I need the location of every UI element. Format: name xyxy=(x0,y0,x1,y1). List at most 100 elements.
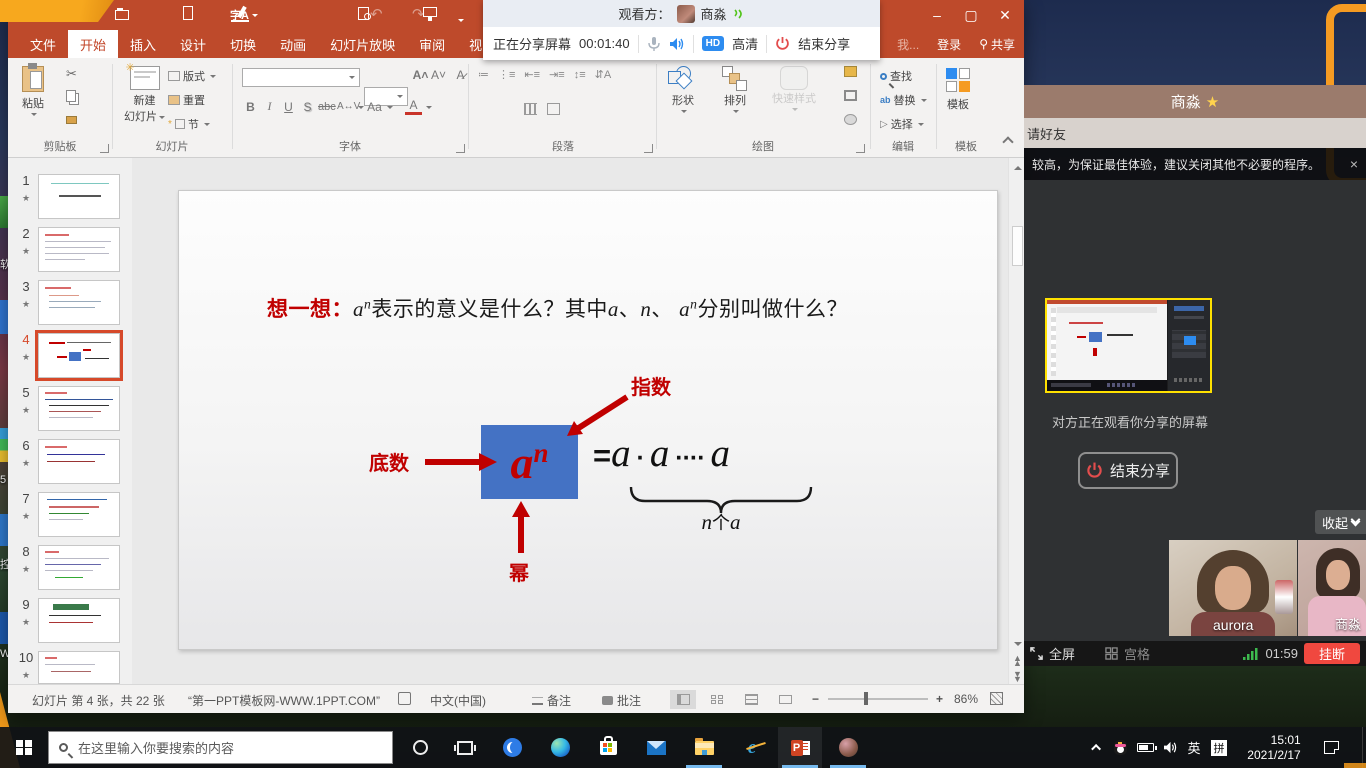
zoom-percent[interactable]: 86% xyxy=(954,692,978,706)
slide-scrollbar[interactable]: ▲▲ ▼▼ xyxy=(1008,158,1024,684)
reset-button[interactable]: 重置 xyxy=(168,92,205,108)
new-document-icon[interactable] xyxy=(181,6,196,21)
open-folder-icon[interactable] xyxy=(115,8,130,23)
action-center-icon[interactable] xyxy=(1316,727,1346,768)
edge-icon[interactable] xyxy=(538,727,582,768)
next-slide-button[interactable]: ▼▼ xyxy=(1013,672,1022,682)
desktop-icon-fragment[interactable] xyxy=(0,196,8,228)
select-button[interactable]: ▷选择 xyxy=(880,116,924,132)
underline-button[interactable]: U xyxy=(280,100,297,114)
font-name-combo[interactable] xyxy=(242,68,360,87)
hd-quality-button[interactable]: 高清 xyxy=(732,34,758,53)
stop-share-button[interactable]: 结束分享 xyxy=(798,34,850,53)
bold-button[interactable]: B xyxy=(242,100,259,114)
start-button[interactable] xyxy=(0,727,48,768)
video-tile-aurora[interactable]: aurora xyxy=(1169,540,1297,636)
taskbar-search[interactable]: 在这里输入你要搜索的内容 xyxy=(48,731,393,764)
slideshow-icon[interactable] xyxy=(423,7,438,22)
desktop-icon-fragment[interactable] xyxy=(0,428,8,462)
mail-icon[interactable] xyxy=(634,727,678,768)
tab-transitions[interactable]: 切换 xyxy=(218,30,268,58)
normal-view-button[interactable] xyxy=(670,690,696,709)
spellcheck-icon[interactable]: 字A xyxy=(230,7,249,23)
italic-button[interactable]: I xyxy=(261,99,278,114)
copy-icon[interactable] xyxy=(66,90,76,102)
tray-expand-chevron[interactable] xyxy=(1086,727,1108,768)
strikethrough-button[interactable]: abc xyxy=(318,101,335,113)
desktop-icon-fragment[interactable] xyxy=(0,612,8,644)
shape-fill-icon[interactable] xyxy=(844,66,857,77)
battery-icon[interactable] xyxy=(1132,727,1158,768)
new-slide-button[interactable]: ✳ 新建 幻灯片 xyxy=(124,66,165,124)
invite-friends-row[interactable]: 请好友 xyxy=(1024,118,1366,148)
clipboard-dialog-launcher[interactable] xyxy=(100,144,109,153)
desktop-icon-fragment[interactable] xyxy=(0,514,8,546)
store-icon[interactable] xyxy=(586,727,630,768)
undo-icon[interactable]: ↶ xyxy=(370,5,383,23)
task-view-button[interactable] xyxy=(443,727,487,768)
char-spacing-button[interactable]: A↔V xyxy=(337,101,354,112)
fullscreen-icon[interactable] xyxy=(1030,647,1043,660)
microphone-icon[interactable] xyxy=(647,36,661,52)
zoom-in-button[interactable]: + xyxy=(936,692,943,706)
speaker-icon[interactable] xyxy=(669,37,685,51)
change-case-button[interactable]: Aa xyxy=(366,100,383,114)
tab-file[interactable]: 文件 xyxy=(18,30,68,58)
volume-icon[interactable] xyxy=(1158,727,1182,768)
minimize-button[interactable]: – xyxy=(920,2,954,28)
paste-button[interactable]: 粘贴 xyxy=(22,66,44,117)
paragraph-icons-row2[interactable] xyxy=(478,100,648,118)
shape-effects-icon[interactable] xyxy=(844,114,857,125)
font-color-button[interactable]: A xyxy=(405,98,422,115)
redo-icon[interactable]: ↷ xyxy=(412,5,425,23)
notes-button[interactable]: 备注 xyxy=(532,692,571,709)
grid-view-label[interactable]: 宫格 xyxy=(1124,644,1150,663)
collapse-videos-button[interactable]: 收起 xyxy=(1315,510,1366,534)
slide-thumbnail-10[interactable] xyxy=(38,651,120,684)
meeting-app-icon[interactable] xyxy=(826,727,870,768)
file-explorer-icon[interactable] xyxy=(682,727,726,768)
language-status[interactable]: 中文(中国) xyxy=(430,692,486,709)
internet-explorer-icon[interactable]: e xyxy=(730,727,774,768)
tell-me-box[interactable]: 我... xyxy=(888,30,928,58)
slide-thumbnail-4-selected[interactable] xyxy=(38,333,120,378)
comments-button[interactable]: 批注 xyxy=(602,692,641,709)
shared-screen-preview[interactable] xyxy=(1045,298,1212,393)
clock-tray[interactable]: 15:012021/2/17 xyxy=(1236,727,1312,768)
drawing-dialog-launcher[interactable] xyxy=(856,144,865,153)
shape-outline-icon[interactable] xyxy=(844,90,857,101)
quick-styles-button[interactable]: 快速样式 xyxy=(772,66,816,112)
tab-animations[interactable]: 动画 xyxy=(268,30,318,58)
slideshow-view-button[interactable] xyxy=(772,690,798,709)
reading-view-button[interactable] xyxy=(738,690,764,709)
tab-insert[interactable]: 插入 xyxy=(118,30,168,58)
cortana-button[interactable] xyxy=(398,727,442,768)
maximize-button[interactable]: ▢ xyxy=(954,2,988,28)
section-button[interactable]: *节 xyxy=(168,116,210,132)
ime-pinyin-indicator[interactable]: 拼 xyxy=(1206,727,1232,768)
increase-font-icon[interactable]: A˄ xyxy=(412,68,429,82)
power-box[interactable]: an xyxy=(481,425,578,499)
grid-view-icon[interactable] xyxy=(1105,647,1118,660)
qq-tray-icon[interactable] xyxy=(1108,727,1132,768)
qat-customize-icon[interactable] xyxy=(456,10,464,28)
hang-up-button[interactable]: 挂断 xyxy=(1304,643,1360,664)
paragraph-icons-row1[interactable]: ≔⋮≡⇤≡⇥≡↕≡⇵A xyxy=(478,68,648,81)
previous-slide-button[interactable]: ▲▲ xyxy=(1013,656,1022,666)
accessibility-icon[interactable] xyxy=(398,692,411,705)
font-dialog-launcher[interactable] xyxy=(456,144,465,153)
format-painter-icon[interactable] xyxy=(66,116,77,124)
shapes-button[interactable]: 形状 xyxy=(668,66,698,114)
video-tile-shangmiao[interactable]: 商淼 xyxy=(1298,540,1366,636)
tab-slideshow[interactable]: 幻灯片放映 xyxy=(318,30,407,58)
show-desktop-sliver[interactable] xyxy=(1362,727,1366,768)
login-button[interactable]: 登录 xyxy=(928,30,970,58)
close-button[interactable]: ✕ xyxy=(988,2,1022,28)
slide-thumbnail-7[interactable] xyxy=(38,492,120,537)
slide-thumbnail-9[interactable] xyxy=(38,598,120,643)
end-share-button[interactable]: 结束分享 xyxy=(1078,452,1178,489)
notice-close-icon[interactable]: × xyxy=(1350,156,1358,172)
slide-thumbnail-8[interactable] xyxy=(38,545,120,590)
layout-button[interactable]: 版式 xyxy=(168,68,216,84)
zoom-slider-track[interactable] xyxy=(828,698,928,700)
